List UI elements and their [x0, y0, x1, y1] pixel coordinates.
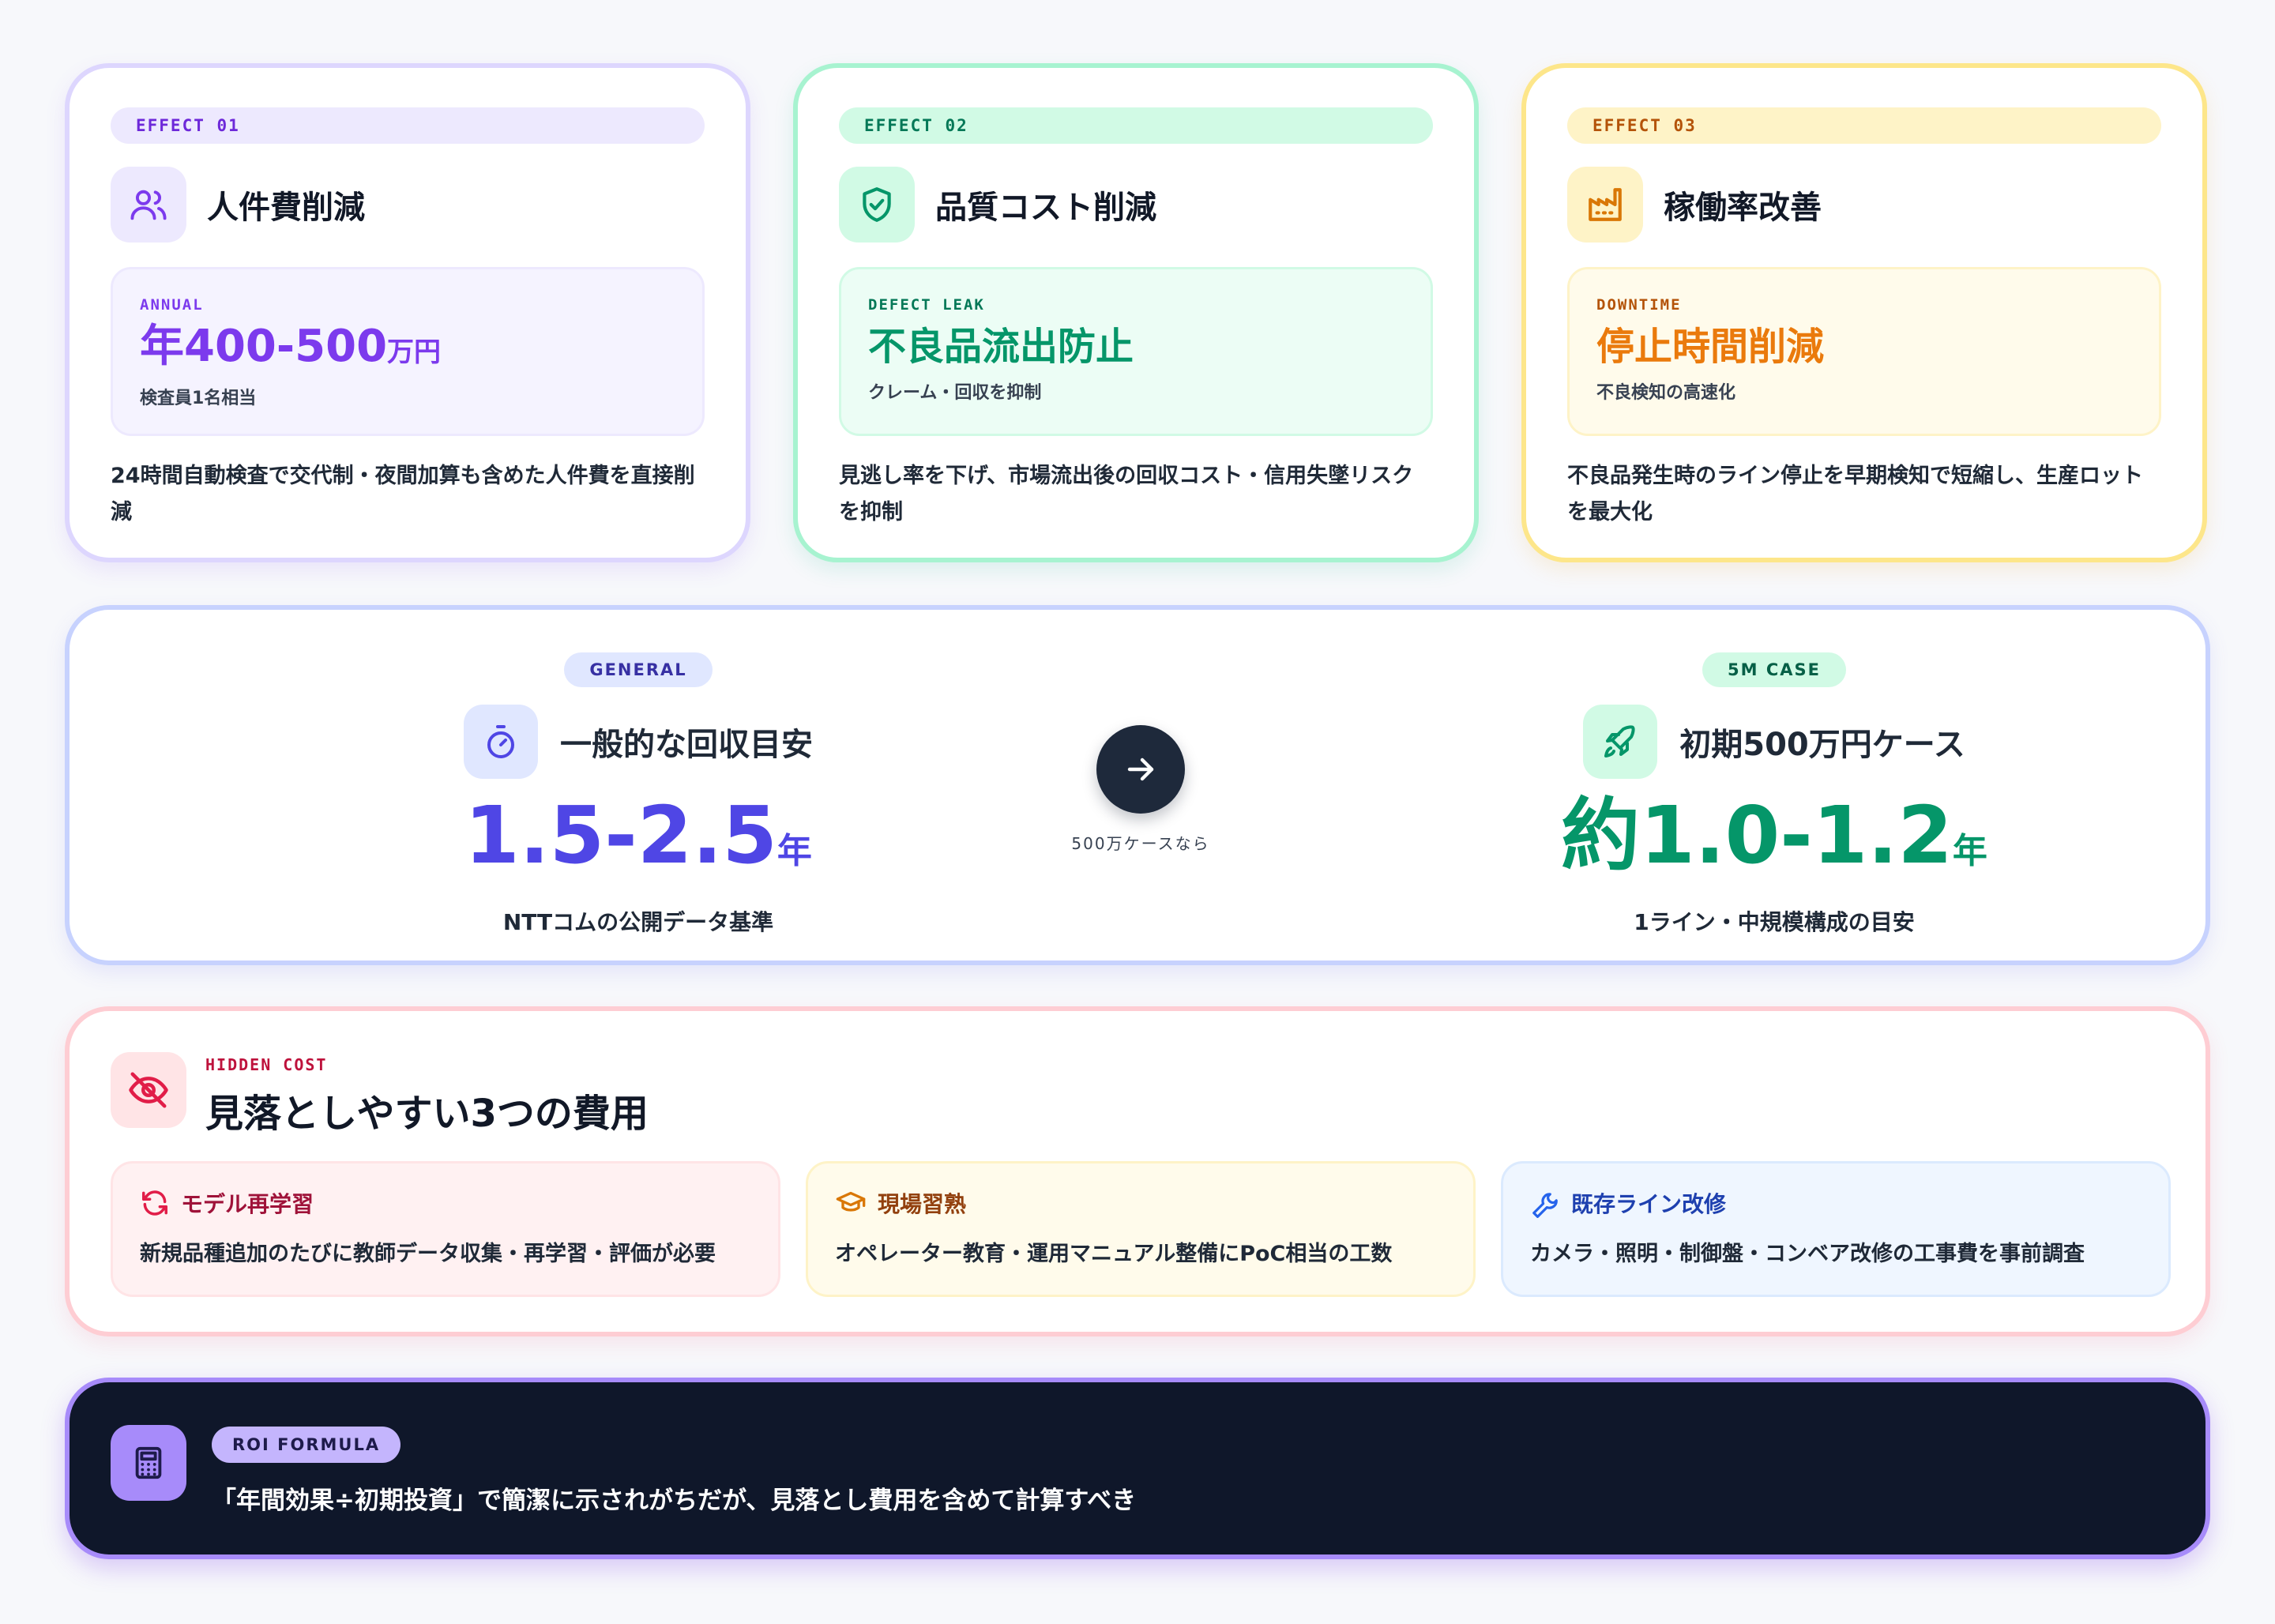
- payback-general: GENERAL 一般的な回収目安 1.5-2.5年 NTTコムの公開データ基準: [362, 652, 915, 937]
- payback-number: 約1.0-1.2: [1561, 789, 1953, 882]
- effect-metric-box: DOWNTIME 停止時間削減 不良検知の高速化: [1567, 267, 2161, 436]
- roi-tag: ROI FORMULA: [212, 1427, 401, 1463]
- calculator-icon: [111, 1425, 186, 1501]
- cost-description: 新規品種追加のたびに教師データ収集・再学習・評価が必要: [140, 1242, 716, 1266]
- cost-name: 現場習熟: [878, 1191, 967, 1217]
- effect-tag: EFFECT 02: [839, 107, 1433, 144]
- metric-sub: クレーム・回収を抑制: [868, 383, 1042, 403]
- effect-card-quality: EFFECT 02 品質コスト削減 DEFECT LEAK 不良品流出防止 クレ…: [793, 63, 1479, 562]
- arrow-note: 500万ケースなら: [1071, 834, 1210, 853]
- cost-item-retraining: モデル再学習 新規品種追加のたびに教師データ収集・再学習・評価が必要: [111, 1161, 780, 1297]
- cost-description: オペレーター教育・運用マニュアル整備にPoC相当の工数: [835, 1242, 1393, 1266]
- roi-formula-panel: ROI FORMULA 「年間効果÷初期投資」で簡潔に示されがちだが、見落とし費…: [65, 1378, 2210, 1559]
- rocket-icon: [1583, 705, 1658, 779]
- effect-metric-box: ANNUAL 年400-500万円 検査員1名相当: [111, 267, 705, 436]
- effect-header: 人件費削減: [111, 166, 705, 243]
- effect-title: 稼働率改善: [1664, 190, 1822, 226]
- cost-header: モデル再学習: [140, 1187, 751, 1219]
- metric-number: 年400-500: [140, 321, 388, 372]
- effect-tag: EFFECT 03: [1567, 107, 2161, 144]
- hidden-cost-label: HIDDEN COST: [205, 1055, 328, 1074]
- payback-header: 一般的な回収目安: [362, 705, 915, 779]
- payback-note: 1ライン・中規模構成の目安: [1634, 909, 1915, 935]
- effect-card-labor: EFFECT 01 人件費削減 ANNUAL 年400-500万円 検査員1名相…: [65, 63, 750, 562]
- effect-description: 見逃し率を下げ、市場流出後の回収コスト・信用失墜リスクを抑制: [839, 464, 1414, 524]
- payback-unit: 年: [1952, 831, 1987, 871]
- hidden-cost-title: 見落としやすい3つの費用: [205, 1092, 649, 1136]
- users-icon: [111, 167, 186, 242]
- cost-description: カメラ・照明・制御盤・コンベア改修の工事費を事前調査: [1530, 1242, 2085, 1266]
- metric-label: DOWNTIME: [1596, 296, 1682, 314]
- metric-value: 年400-500万円: [140, 321, 675, 378]
- eye-off-icon: [111, 1052, 186, 1128]
- cost-header: 既存ライン改修: [1530, 1187, 2142, 1219]
- metric-unit: 万円: [387, 336, 442, 368]
- metric-label: ANNUAL: [140, 296, 204, 314]
- effect-header: 品質コスト削減: [839, 166, 1433, 243]
- cost-header: 現場習熟: [835, 1187, 1446, 1219]
- metric-value: 不良品流出防止: [868, 325, 1134, 369]
- cost-name: モデル再学習: [181, 1191, 314, 1217]
- payback-tag: GENERAL: [564, 652, 713, 687]
- roi-text: 「年間効果÷初期投資」で簡潔に示されがちだが、見落とし費用を含めて計算すべき: [212, 1487, 1137, 1515]
- payback-unit: 年: [777, 831, 812, 871]
- effect-title: 人件費削減: [207, 190, 365, 226]
- refresh-icon: [142, 1190, 167, 1216]
- hidden-cost-panel: HIDDEN COST 見落としやすい3つの費用 モデル再学習 新規品種追加のた…: [65, 1006, 2210, 1336]
- metric-value: 停止時間削減: [1596, 325, 1825, 369]
- payback-note: NTTコムの公開データ基準: [502, 909, 774, 935]
- factory-icon: [1567, 167, 1643, 242]
- payback-value: 約1.0-1.2年: [1498, 788, 2051, 899]
- metric-sub: 検査員1名相当: [140, 389, 257, 408]
- payback-header: 初期500万円ケース: [1498, 705, 2051, 779]
- effect-title: 品質コスト削減: [935, 190, 1156, 226]
- graduation-cap-icon: [836, 1191, 866, 1212]
- timer-icon: [464, 705, 538, 779]
- effect-card-uptime: EFFECT 03 稼働率改善 DOWNTIME 停止時間削減 不良検知の高速化…: [1521, 63, 2207, 562]
- arrow-right-icon: [1096, 725, 1185, 814]
- metric-sub: 不良検知の高速化: [1596, 383, 1736, 403]
- effect-description: 24時間自動検査で交代制・夜間加算も含めた人件費を直接削減: [111, 464, 695, 524]
- payback-tag: 5M CASE: [1702, 652, 1846, 687]
- payback-value: 1.5-2.5年: [362, 788, 915, 899]
- cost-item-line-modification: 既存ライン改修 カメラ・照明・制御盤・コンベア改修の工事費を事前調査: [1501, 1161, 2171, 1297]
- cost-name: 既存ライン改修: [1571, 1191, 1727, 1217]
- payback-panel: GENERAL 一般的な回収目安 1.5-2.5年 NTTコムの公開データ基準 …: [65, 605, 2210, 965]
- cost-item-training: 現場習熟 オペレーター教育・運用マニュアル整備にPoC相当の工数: [806, 1161, 1476, 1297]
- effect-tag: EFFECT 01: [111, 107, 705, 144]
- payback-title: 一般的な回収目安: [560, 727, 813, 763]
- metric-label: DEFECT LEAK: [868, 296, 985, 314]
- payback-number: 1.5-2.5: [464, 789, 777, 882]
- payback-title: 初期500万円ケース: [1679, 727, 1965, 763]
- effect-metric-box: DEFECT LEAK 不良品流出防止 クレーム・回収を抑制: [839, 267, 1433, 436]
- effect-header: 稼働率改善: [1567, 166, 2161, 243]
- wrench-icon: [1532, 1193, 1558, 1218]
- effect-description: 不良品発生時のライン停止を早期検知で短縮し、生産ロットを最大化: [1567, 464, 2143, 524]
- shield-check-icon: [839, 167, 915, 242]
- payback-case: 5M CASE 初期500万円ケース 約1.0-1.2年 1ライン・中規模構成の…: [1498, 652, 2051, 937]
